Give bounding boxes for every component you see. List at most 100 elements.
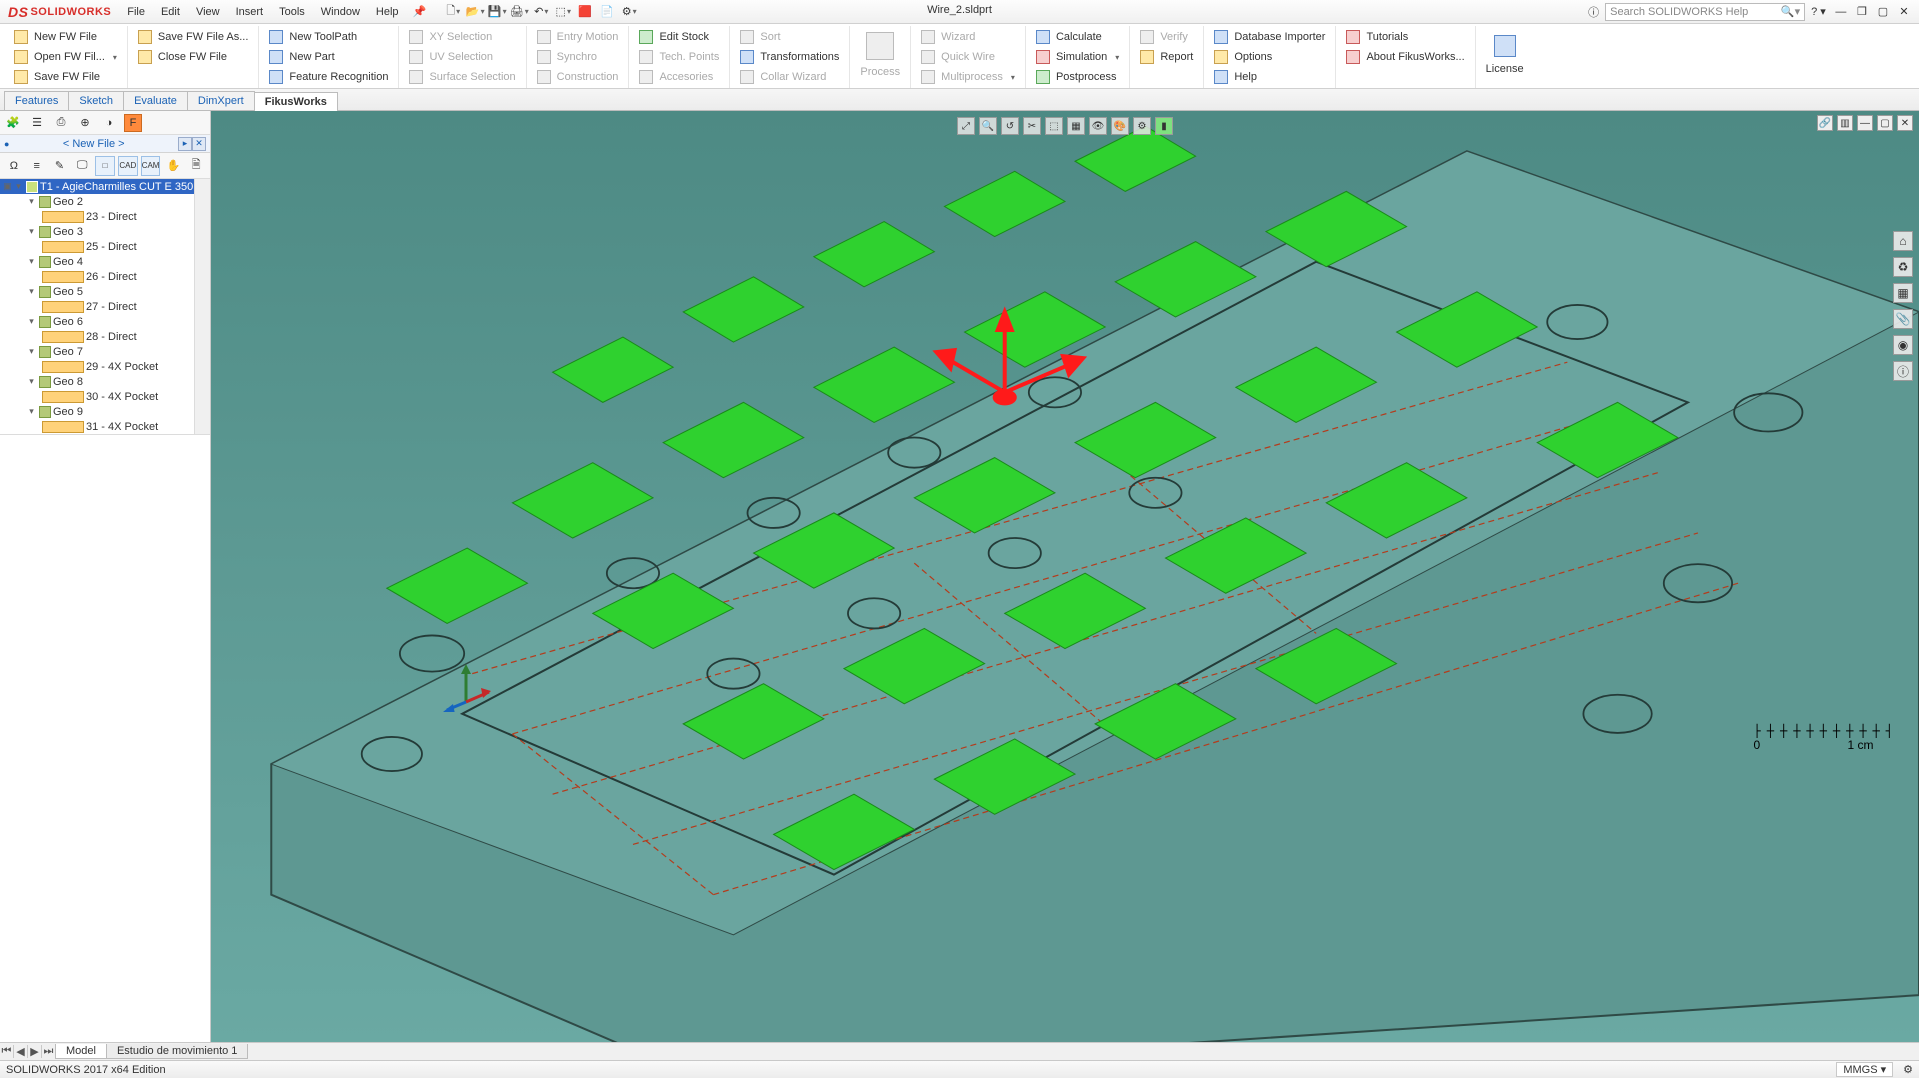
panel-expand-icon[interactable]: ▸ [178,137,192,151]
postprocess-button[interactable]: Postprocess [1034,68,1121,86]
minimize-button[interactable]: — [1832,6,1850,18]
options-button[interactable]: Options [1212,48,1327,66]
orientation-triad[interactable] [441,662,491,712]
side-clip-icon[interactable]: 📎 [1893,309,1913,329]
fm-tab-tree-icon[interactable]: 🧩 [4,114,22,132]
feature-recognition-button[interactable]: Feature Recognition [267,68,390,86]
side-recycle-icon[interactable]: ♻ [1893,257,1913,277]
bottom-tab-motion[interactable]: Estudio de movimiento 1 [106,1044,248,1059]
tab-sketch[interactable]: Sketch [68,91,124,110]
hud-render-icon[interactable]: ▮ [1155,117,1173,135]
calculate-button[interactable]: Calculate [1034,28,1121,46]
status-options-icon[interactable]: ⚙ [1903,1063,1913,1076]
qat-rebuild-button[interactable]: 🟥 [576,3,594,21]
vp-minimize-icon[interactable]: — [1857,115,1873,131]
license-button[interactable]: License [1484,28,1526,82]
qat-print-button[interactable]: 🖨 [510,3,528,21]
menu-edit[interactable]: Edit [153,2,188,22]
hud-scene-icon[interactable]: ⚙ [1133,117,1151,135]
help-button[interactable]: Help [1212,68,1327,86]
tab-nav-prev-icon[interactable]: ◀ [14,1045,28,1058]
save-fw-file-as-button[interactable]: Save FW File As... [136,28,250,46]
fm-tab-display-icon[interactable]: ◑ [100,114,118,132]
qat-filesettings-button[interactable]: 📄 [598,3,616,21]
side-box-icon[interactable]: ▦ [1893,283,1913,303]
tab-nav-last-icon[interactable]: ⏭ [42,1045,56,1058]
tab-nav-next-icon[interactable]: ▶ [28,1045,42,1058]
tree-geo-row[interactable]: ▾Geo 2 [0,194,210,209]
save-fw-file-button[interactable]: Save FW File [12,68,119,86]
pin-menu-icon[interactable]: 📌 [413,5,427,18]
tool-cam-button[interactable]: CAM [141,156,161,176]
transformations-button[interactable]: Transformations [738,48,841,66]
report-button[interactable]: Report [1138,48,1195,66]
side-home-icon[interactable]: ⌂ [1893,231,1913,251]
tool-cad-button[interactable]: CAD [118,156,138,176]
tab-dimxpert[interactable]: DimXpert [187,91,255,110]
close-button[interactable]: ✕ [1895,5,1913,18]
tree-geo-row[interactable]: ▾Geo 5 [0,284,210,299]
tab-features[interactable]: Features [4,91,69,110]
vp-tile-icon[interactable]: ▥ [1837,115,1853,131]
about-fikusworks-button[interactable]: About FikusWorks... [1344,48,1466,66]
feature-tree[interactable]: ▣▾ T1 - AgieCharmilles CUT E 350 ▾Geo 22… [0,179,210,435]
help-info-icon[interactable]: ⓘ [1588,4,1599,20]
hud-display-style-icon[interactable]: ▦ [1067,117,1085,135]
hud-hide-show-icon[interactable]: 👁 [1089,117,1107,135]
fm-tab-config-icon[interactable]: ⎙ [52,114,70,132]
menu-tools[interactable]: Tools [271,2,313,22]
qat-undo-button[interactable]: ↶ [532,3,550,21]
tree-op-row[interactable]: 25 - Direct [0,239,210,254]
tool-stock-icon[interactable]: ≡ [27,156,47,176]
tree-geo-row[interactable]: ▾Geo 10 [0,434,210,435]
new-toolpath-button[interactable]: New ToolPath [267,28,390,46]
fm-tab-dimxpert-icon[interactable]: ⊕ [76,114,94,132]
menu-help[interactable]: Help [368,2,407,22]
tool-wirepath-icon[interactable]: Ω [4,156,24,176]
tab-nav-first-icon[interactable]: ⏮ [0,1045,14,1058]
tool-box1-icon[interactable]: □ [95,156,115,176]
hud-zoom-area-icon[interactable]: 🔍 [979,117,997,135]
search-icon[interactable]: 🔍▾ [1781,5,1800,18]
hud-zoom-fit-icon[interactable]: ⤢ [957,117,975,135]
tree-root[interactable]: ▣▾ T1 - AgieCharmilles CUT E 350 [0,179,210,194]
side-info-icon[interactable]: ⓘ [1893,361,1913,381]
simulation-button[interactable]: Simulation [1034,48,1121,66]
tree-op-row[interactable]: 31 - 4X Pocket [0,419,210,434]
tool-edit-icon[interactable]: ✎ [50,156,70,176]
graphics-viewport[interactable]: ⤢ 🔍 ↺ ✂ ⬚ ▦ 👁 🎨 ⚙ ▮ 🔗 ▥ — ▢ ✕ ⌂ ♻ ▦ 📎 ◉ … [211,111,1919,1042]
tree-op-row[interactable]: 28 - Direct [0,329,210,344]
tree-geo-row[interactable]: ▾Geo 7 [0,344,210,359]
tree-geo-row[interactable]: ▾Geo 8 [0,374,210,389]
help-dropdown[interactable]: ? ▾ [1811,5,1826,18]
tree-scrollbar[interactable] [194,179,210,434]
restore-button[interactable]: ❐ [1853,5,1871,18]
vp-close-icon[interactable]: ✕ [1897,115,1913,131]
search-input[interactable]: Search SOLIDWORKS Help 🔍▾ [1605,3,1805,21]
tree-geo-row[interactable]: ▾Geo 3 [0,224,210,239]
tool-hand-icon[interactable]: ✋ [163,156,183,176]
menu-window[interactable]: Window [313,2,368,22]
tree-geo-row[interactable]: ▾Geo 6 [0,314,210,329]
database-importer-button[interactable]: Database Importer [1212,28,1327,46]
fm-tab-property-icon[interactable]: ☰ [28,114,46,132]
menu-file[interactable]: File [119,2,153,22]
new-part-button[interactable]: New Part [267,48,390,66]
qat-options-button[interactable]: ⚙ [620,3,638,21]
tree-op-row[interactable]: 23 - Direct [0,209,210,224]
maximize-button[interactable]: ▢ [1874,5,1892,18]
open-fw-file-button[interactable]: Open FW Fil... [12,48,119,66]
hud-section-icon[interactable]: ✂ [1023,117,1041,135]
hud-orientation-icon[interactable]: ⬚ [1045,117,1063,135]
panel-close-icon[interactable]: ✕ [192,137,206,151]
tree-op-row[interactable]: 27 - Direct [0,299,210,314]
status-units[interactable]: MMGS ▾ [1836,1062,1893,1077]
tree-geo-row[interactable]: ▾Geo 9 [0,404,210,419]
new-fw-file-button[interactable]: New FW File [12,28,119,46]
tree-op-row[interactable]: 26 - Direct [0,269,210,284]
tree-op-row[interactable]: 30 - 4X Pocket [0,389,210,404]
tutorials-button[interactable]: Tutorials [1344,28,1466,46]
tree-geo-row[interactable]: ▾Geo 4 [0,254,210,269]
tool-sheet-icon[interactable]: 🗎 [186,156,206,176]
qat-save-button[interactable]: 💾 [488,3,506,21]
